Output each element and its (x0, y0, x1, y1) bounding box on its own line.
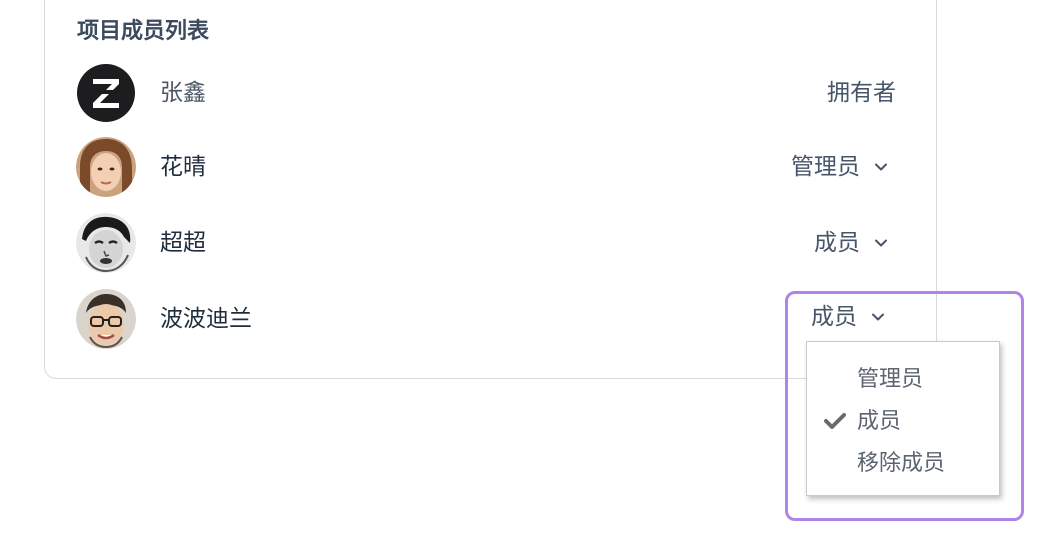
member-name: 波波迪兰 (160, 306, 252, 332)
member-row: 花晴 管理员 (76, 137, 896, 197)
member-row: 波波迪兰 成员 (76, 289, 896, 349)
role-select-label: 成员 (814, 230, 860, 256)
avatar (76, 213, 136, 273)
avatar (76, 63, 136, 123)
avatar (76, 137, 136, 197)
menu-item-label: 移除成员 (857, 451, 946, 476)
checkmark-icon (824, 413, 846, 429)
menu-item-member[interactable]: 成员 (807, 402, 999, 442)
member-name: 超超 (160, 230, 206, 256)
member-name: 花晴 (160, 154, 206, 180)
role-select[interactable]: 管理员 (791, 149, 896, 185)
photo-avatar-man-glasses (76, 289, 136, 349)
page: 项目成员列表 张鑫 拥有者 花晴 管理员 超超 成员 波波迪兰 成员 管理员 成… (0, 0, 1058, 554)
menu-item-label: 成员 (857, 409, 902, 434)
menu-item-admin[interactable]: 管理员 (807, 360, 999, 400)
role-select[interactable]: 成员 (814, 225, 896, 261)
chevron-down-icon (875, 163, 887, 171)
role-select-label: 管理员 (791, 154, 860, 180)
member-row: 超超 成员 (76, 213, 896, 273)
z-logo-avatar (77, 64, 135, 122)
photo-avatar-woman (76, 137, 136, 197)
role-dropdown-menu: 管理员 成员 移除成员 (806, 341, 1000, 496)
menu-item-remove[interactable]: 移除成员 (807, 444, 999, 484)
member-name: 张鑫 (160, 80, 206, 106)
avatar (76, 289, 136, 349)
chevron-down-icon (875, 239, 887, 247)
member-row: 张鑫 拥有者 (76, 63, 896, 123)
menu-item-label: 管理员 (857, 367, 924, 392)
member-role-static: 拥有者 (827, 80, 896, 106)
photo-avatar-man-sketch (76, 213, 136, 273)
card-title: 项目成员列表 (77, 19, 210, 44)
